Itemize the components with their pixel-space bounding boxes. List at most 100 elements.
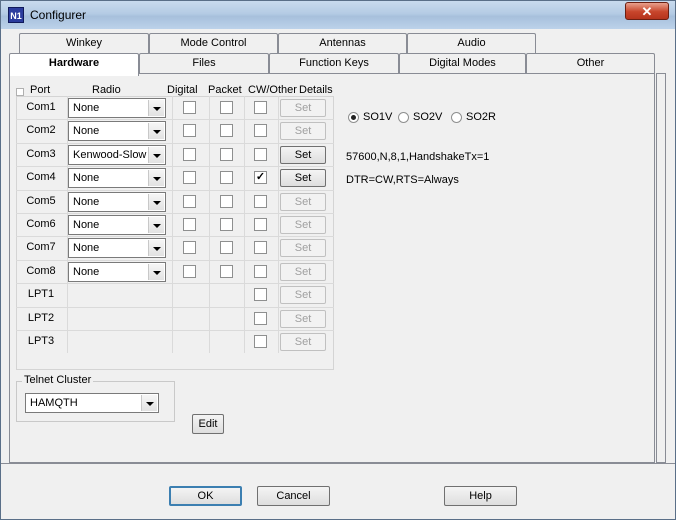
digital-checkbox[interactable]: [183, 218, 196, 231]
port-label: Com5: [26, 194, 56, 207]
tab-audio[interactable]: Audio: [407, 33, 536, 53]
port-label: Com3: [26, 147, 56, 160]
so1v-radio[interactable]: [348, 112, 359, 123]
cw-other-checkbox[interactable]: [254, 124, 267, 138]
radio-select[interactable]: None: [68, 191, 166, 212]
radio-select-value: None: [73, 219, 100, 231]
packet-checkbox[interactable]: [220, 101, 233, 114]
radio-select[interactable]: None: [68, 238, 166, 259]
digital-checkbox[interactable]: [183, 101, 196, 114]
so2r-radio[interactable]: [451, 112, 462, 123]
port-detail: DTR=CW,RTS=Always: [346, 174, 459, 187]
cw-other-checkbox[interactable]: [254, 288, 267, 302]
tab-mode-control[interactable]: Mode Control: [149, 33, 278, 53]
set-button[interactable]: Set: [280, 309, 326, 328]
set-button[interactable]: Set: [280, 216, 326, 234]
set-button[interactable]: Set: [280, 122, 326, 141]
set-button[interactable]: Set: [280, 169, 326, 188]
radio-select[interactable]: Kenwood-Slow: [68, 144, 166, 165]
cw-other-checkbox[interactable]: ✓: [254, 171, 267, 185]
radio-select[interactable]: None: [68, 215, 166, 235]
port-label: LPT3: [27, 335, 55, 347]
digital-checkbox[interactable]: [183, 264, 196, 278]
set-button[interactable]: Set: [280, 192, 326, 211]
set-button[interactable]: Set: [280, 262, 326, 281]
telnet-cluster-select[interactable]: HAMQTH: [25, 393, 159, 413]
header-digital: Digital: [167, 84, 198, 96]
tab-other[interactable]: Other: [526, 53, 655, 73]
radio-select[interactable]: None: [68, 168, 166, 189]
cw-other-checkbox[interactable]: [254, 264, 267, 278]
set-button[interactable]: Set: [280, 99, 326, 117]
so1v-label: SO1V: [363, 111, 393, 123]
digital-checkbox[interactable]: [183, 241, 196, 255]
digital-checkbox[interactable]: [183, 147, 196, 161]
grid-row-divider: [16, 283, 334, 285]
chevron-down-icon[interactable]: [148, 146, 164, 163]
button-bar-divider: [1, 463, 675, 464]
set-button[interactable]: Set: [280, 145, 326, 164]
cw-other-checkbox[interactable]: [254, 311, 267, 325]
port-detail: 57600,N,8,1,HandshakeTx=1: [346, 150, 490, 163]
cw-other-checkbox[interactable]: [254, 241, 267, 255]
tab-files[interactable]: Files: [139, 53, 269, 73]
panel-scrollbar[interactable]: [656, 73, 666, 463]
header-port: Port: [30, 84, 51, 96]
packet-checkbox[interactable]: [220, 218, 233, 231]
port-label: Com2: [26, 124, 56, 137]
chevron-down-icon[interactable]: [148, 217, 164, 233]
chevron-down-icon[interactable]: [148, 123, 164, 140]
digital-checkbox[interactable]: [183, 124, 196, 138]
title-bar[interactable]: N1 Configurer ✕: [1, 1, 675, 29]
digital-checkbox[interactable]: [183, 194, 196, 208]
packet-checkbox[interactable]: [220, 124, 233, 138]
telnet-edit-button[interactable]: Edit: [192, 414, 224, 434]
chevron-down-icon[interactable]: [148, 263, 164, 280]
tab-function-keys[interactable]: Function Keys: [269, 53, 399, 73]
grid-row-divider: [16, 330, 334, 331]
port-label: Com8: [26, 264, 56, 277]
so2v-radio[interactable]: [398, 112, 409, 123]
packet-checkbox[interactable]: [220, 264, 233, 278]
ok-button[interactable]: OK: [169, 486, 242, 506]
app-icon: N1: [8, 7, 24, 23]
grid-column-divider: [172, 96, 173, 354]
chevron-down-icon[interactable]: [148, 170, 164, 187]
packet-checkbox[interactable]: [220, 147, 233, 161]
help-button[interactable]: Help: [444, 486, 517, 506]
radio-select-value: None: [73, 125, 100, 138]
cw-other-checkbox[interactable]: [254, 194, 267, 208]
radio-select[interactable]: None: [68, 261, 166, 282]
cw-other-checkbox[interactable]: [254, 218, 267, 231]
close-button[interactable]: ✕: [625, 2, 669, 20]
set-button[interactable]: Set: [280, 286, 326, 305]
client-area: Winkey Mode Control Antennas Audio Hardw…: [1, 29, 675, 519]
chevron-down-icon[interactable]: [148, 100, 164, 116]
port-label: Com4: [26, 171, 56, 184]
set-button[interactable]: Set: [280, 239, 326, 258]
grid-column-divider: [244, 96, 245, 354]
tab-winkey[interactable]: Winkey: [19, 33, 149, 53]
radio-select[interactable]: None: [68, 98, 166, 118]
packet-checkbox[interactable]: [220, 171, 233, 185]
chevron-down-icon[interactable]: [148, 240, 164, 257]
tab-antennas[interactable]: Antennas: [278, 33, 407, 53]
cw-other-checkbox[interactable]: [254, 335, 267, 348]
digital-checkbox[interactable]: [183, 171, 196, 185]
packet-checkbox[interactable]: [220, 241, 233, 255]
grid-row-divider: [16, 306, 334, 308]
radio-select[interactable]: None: [68, 121, 166, 142]
set-button[interactable]: Set: [280, 333, 326, 351]
configurer-window: N1 Configurer ✕ Winkey Mode Control Ante…: [0, 0, 676, 520]
chevron-down-icon[interactable]: [141, 395, 157, 411]
packet-checkbox[interactable]: [220, 194, 233, 208]
port-label: Com1: [26, 101, 56, 113]
chevron-down-icon[interactable]: [148, 193, 164, 210]
cw-other-checkbox[interactable]: [254, 147, 267, 161]
tab-digital-modes[interactable]: Digital Modes: [399, 53, 526, 73]
grid-column-divider: [278, 96, 279, 354]
grid-row-divider: [16, 166, 334, 168]
tab-hardware[interactable]: Hardware: [9, 53, 139, 76]
cancel-button[interactable]: Cancel: [257, 486, 330, 506]
cw-other-checkbox[interactable]: [254, 101, 267, 114]
